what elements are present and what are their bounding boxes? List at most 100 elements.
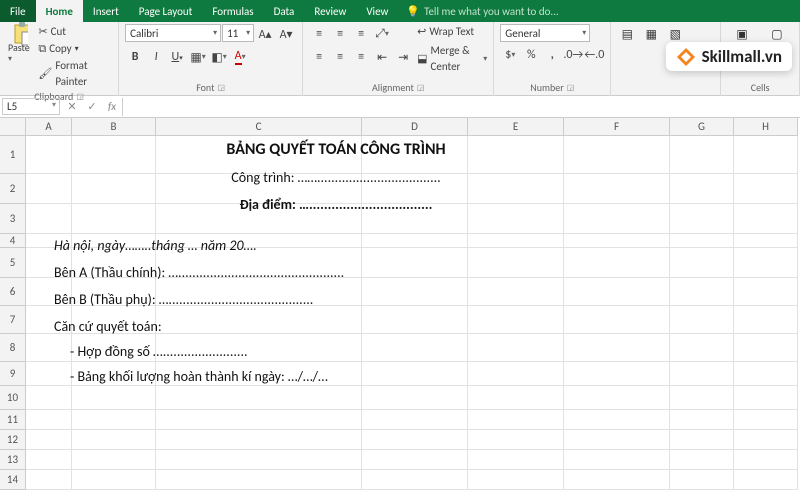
cell[interactable] — [362, 410, 468, 430]
cell[interactable] — [670, 386, 734, 410]
cell[interactable] — [72, 430, 156, 450]
cell[interactable] — [468, 410, 564, 430]
orientation-button[interactable]: ⤢ — [372, 24, 392, 44]
cell[interactable] — [468, 386, 564, 410]
cell[interactable] — [670, 234, 734, 248]
cell[interactable] — [362, 386, 468, 410]
font-color-button[interactable]: A — [230, 47, 250, 67]
column-header[interactable]: B — [72, 118, 156, 136]
column-header[interactable]: E — [468, 118, 564, 136]
cell[interactable] — [564, 470, 670, 490]
tab-page-layout[interactable]: Page Layout — [129, 0, 203, 22]
cell[interactable] — [734, 334, 798, 362]
cell[interactable] — [26, 430, 72, 450]
row-header[interactable]: 10 — [0, 386, 26, 410]
decrease-decimal-button[interactable]: ←.0 — [584, 45, 604, 65]
merge-center-button[interactable]: ⬓Merge & Center — [417, 43, 487, 75]
cell[interactable] — [670, 470, 734, 490]
number-format-select[interactable]: General — [500, 24, 590, 42]
formula-input[interactable] — [122, 98, 798, 116]
font-name-select[interactable]: Calibri — [125, 24, 221, 42]
cell[interactable] — [156, 410, 362, 430]
column-header[interactable]: D — [362, 118, 468, 136]
cell[interactable] — [670, 278, 734, 306]
format-table-button[interactable]: ▦ — [641, 24, 661, 44]
comma-button[interactable]: , — [542, 45, 562, 65]
cut-button[interactable]: ✂Cut — [38, 24, 112, 40]
row-header[interactable]: 8 — [0, 334, 26, 362]
cell[interactable] — [156, 450, 362, 470]
cell[interactable] — [734, 204, 798, 234]
cell[interactable] — [670, 334, 734, 362]
cell[interactable] — [734, 430, 798, 450]
cell[interactable] — [734, 234, 798, 248]
formula-cancel-button[interactable]: ✕ — [62, 100, 82, 113]
decrease-indent-button[interactable]: ⇤ — [372, 47, 392, 67]
cell[interactable] — [26, 386, 72, 410]
accounting-format-button[interactable]: $ — [500, 45, 520, 65]
row-header[interactable]: 13 — [0, 450, 26, 470]
border-button[interactable]: ▦ — [188, 47, 208, 67]
cell[interactable] — [72, 410, 156, 430]
column-header[interactable]: A — [26, 118, 72, 136]
format-painter-button[interactable]: 🖌Format Painter — [38, 58, 112, 90]
tell-me[interactable]: 💡 Tell me what you want to do... — [406, 5, 558, 18]
cell[interactable] — [734, 306, 798, 334]
cell[interactable] — [72, 450, 156, 470]
cell[interactable] — [734, 174, 798, 204]
row-header[interactable]: 7 — [0, 306, 26, 334]
font-launcher[interactable]: ◲ — [217, 83, 225, 93]
row-header[interactable]: 6 — [0, 278, 26, 306]
cell[interactable] — [734, 362, 798, 386]
cell[interactable] — [362, 430, 468, 450]
italic-button[interactable]: I — [146, 47, 166, 67]
cell[interactable] — [734, 278, 798, 306]
cell[interactable] — [734, 450, 798, 470]
tab-formulas[interactable]: Formulas — [202, 0, 263, 22]
cell[interactable] — [156, 470, 362, 490]
row-header[interactable]: 12 — [0, 430, 26, 450]
name-box[interactable]: L5 — [2, 98, 60, 115]
cell[interactable] — [670, 362, 734, 386]
conditional-formatting-button[interactable]: ▤ — [617, 24, 637, 44]
cell[interactable] — [564, 410, 670, 430]
row-header[interactable]: 5 — [0, 248, 26, 278]
cell[interactable] — [564, 450, 670, 470]
row-header[interactable]: 14 — [0, 470, 26, 490]
paste-button[interactable]: Paste — [6, 24, 34, 65]
cell[interactable] — [670, 248, 734, 278]
cell[interactable] — [468, 450, 564, 470]
align-middle-button[interactable]: ≡ — [330, 24, 350, 44]
cell[interactable] — [734, 248, 798, 278]
increase-decimal-button[interactable]: .0→ — [563, 45, 583, 65]
column-header[interactable]: F — [564, 118, 670, 136]
align-center-button[interactable]: ≡ — [330, 47, 350, 67]
cell[interactable] — [156, 386, 362, 410]
row-header[interactable]: 2 — [0, 174, 26, 204]
increase-indent-button[interactable]: ⇥ — [393, 47, 413, 67]
tab-data[interactable]: Data — [264, 0, 305, 22]
decrease-font-button[interactable]: A▾ — [276, 24, 296, 44]
number-launcher[interactable]: ◲ — [567, 83, 575, 93]
increase-font-button[interactable]: A▴ — [255, 24, 275, 44]
formula-enter-button[interactable]: ✓ — [82, 100, 102, 113]
spreadsheet-grid[interactable]: ABCDEFGH 1234567891011121314 BẢNG QUYẾT … — [0, 118, 800, 500]
cell[interactable] — [670, 136, 734, 174]
cell[interactable] — [670, 430, 734, 450]
bold-button[interactable]: B — [125, 47, 145, 67]
column-header[interactable]: C — [156, 118, 362, 136]
cell[interactable] — [734, 470, 798, 490]
copy-button[interactable]: ⧉Copy▾ — [38, 41, 112, 57]
fill-color-button[interactable]: ◧ — [209, 47, 229, 67]
cell[interactable] — [468, 470, 564, 490]
cell[interactable] — [26, 450, 72, 470]
cell[interactable] — [26, 410, 72, 430]
cell[interactable] — [564, 386, 670, 410]
align-left-button[interactable]: ≡ — [309, 47, 329, 67]
cell[interactable] — [734, 386, 798, 410]
font-size-select[interactable]: 11 — [222, 24, 254, 42]
cell[interactable] — [670, 174, 734, 204]
cell[interactable] — [734, 136, 798, 174]
cell[interactable] — [670, 306, 734, 334]
row-header[interactable]: 9 — [0, 362, 26, 386]
